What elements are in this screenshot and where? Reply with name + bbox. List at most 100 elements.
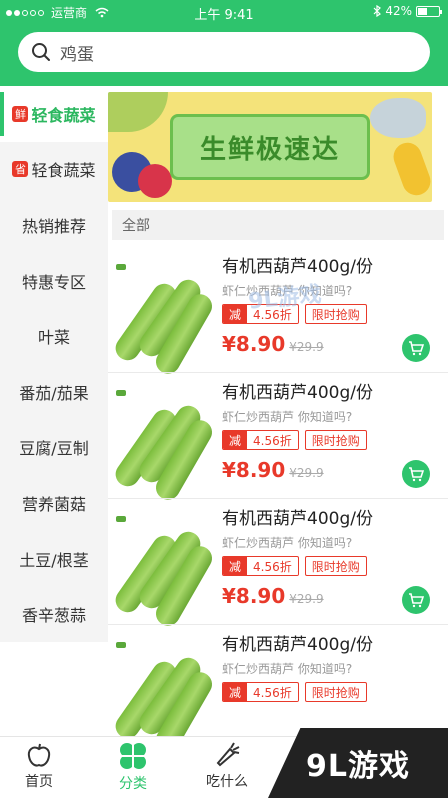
price-current: ¥8.90 bbox=[222, 458, 286, 482]
price-current: ¥8.90 bbox=[222, 584, 286, 608]
product-tags: 减 4.56折 限时抢购 bbox=[222, 556, 367, 576]
status-right: 42% bbox=[373, 4, 442, 18]
product-tags: 减 4.56折 限时抢购 bbox=[222, 430, 367, 450]
category-sidebar: 鲜轻食蔬菜省轻食蔬菜 热销推荐 特惠专区 叶菜 番茄/茄果 豆腐/豆制 营养菌菇 土豆/根茎香… bbox=[0, 86, 108, 642]
product-title: 有机西葫芦400g/份 bbox=[222, 509, 373, 529]
sidebar-item-tag: 鲜 bbox=[12, 105, 29, 122]
app-header: 运营商 上午 9:41 42% 鸡蛋 bbox=[0, 0, 448, 86]
product-divider bbox=[108, 372, 448, 373]
flash-sale-tag: 限时抢购 bbox=[304, 430, 367, 450]
discount-tag-label: 减 bbox=[223, 431, 247, 449]
product-price: ¥8.90 ¥29.9 bbox=[222, 332, 324, 356]
sidebar-item[interactable]: 土豆/根茎 bbox=[0, 531, 108, 587]
sidebar-item-tag: 省 bbox=[12, 161, 29, 178]
sidebar-item-label: 豆腐/豆制 bbox=[19, 439, 89, 459]
brand-logo-icon bbox=[116, 642, 126, 648]
status-bar: 运营商 上午 9:41 42% bbox=[0, 0, 448, 24]
nav-category-label: 分类 bbox=[119, 776, 147, 792]
sidebar-item[interactable]: 番茄/茄果 bbox=[0, 364, 108, 420]
sidebar-item[interactable]: 特惠专区 bbox=[0, 253, 108, 309]
product-title: 有机西葫芦400g/份 bbox=[222, 257, 373, 277]
product-subtitle: 虾仁炒西葫芦 你知道吗? bbox=[222, 662, 353, 676]
discount-value: 4.56折 bbox=[247, 431, 298, 449]
banner-card: 生鲜极速达 bbox=[170, 114, 370, 180]
nav-what-to-eat[interactable]: 吃什么 bbox=[192, 741, 262, 791]
product-card[interactable]: 有机西葫芦400g/份虾仁炒西葫芦 你知道吗? 减 4.56折 限时抢购 ¥8.90 ¥2… bbox=[108, 378, 448, 505]
add-to-cart-button[interactable] bbox=[402, 460, 430, 488]
carrot-icon bbox=[216, 742, 240, 767]
discount-value: 4.56折 bbox=[247, 305, 298, 323]
battery-icon bbox=[416, 5, 442, 17]
sidebar-item[interactable]: 省轻食蔬菜 bbox=[0, 142, 108, 198]
search-input[interactable]: 鸡蛋 bbox=[60, 40, 94, 65]
product-card[interactable]: 有机西葫芦400g/份虾仁炒西葫芦 你知道吗? 减 4.56折 限时抢购 ¥8.90 ¥2… bbox=[108, 252, 448, 379]
product-divider bbox=[108, 624, 448, 625]
sidebar-item[interactable]: 热销推荐 bbox=[0, 197, 108, 253]
nav-home[interactable]: 首页 bbox=[4, 741, 74, 791]
discount-tag: 减 4.56折 bbox=[222, 430, 299, 450]
sidebar-item[interactable]: 豆腐/豆制 bbox=[0, 420, 108, 476]
sidebar-item-label: 土豆/根茎 bbox=[19, 550, 89, 570]
sidebar-item-label: 轻食蔬菜 bbox=[31, 161, 96, 181]
product-image bbox=[110, 386, 217, 505]
discount-tag: 减 4.56折 bbox=[222, 556, 299, 576]
add-to-cart-button[interactable] bbox=[402, 586, 430, 614]
sidebar-item-label: 香辛葱蒜 bbox=[21, 606, 86, 626]
sidebar-item[interactable]: 鲜轻食蔬菜 bbox=[0, 86, 108, 142]
raspberry-decoration bbox=[138, 164, 172, 198]
flash-sale-tag: 限时抢购 bbox=[304, 304, 367, 324]
price-original: ¥29.9 bbox=[289, 340, 324, 354]
sidebar-item-label: 热销推荐 bbox=[21, 216, 86, 236]
search-icon bbox=[32, 43, 50, 61]
corn-decoration bbox=[389, 138, 432, 200]
nav-category[interactable]: 分类 bbox=[98, 741, 168, 793]
product-subtitle: 虾仁炒西葫芦 你知道吗? bbox=[222, 410, 353, 424]
product-price: ¥8.90 ¥29.9 bbox=[222, 584, 324, 608]
product-tags: 减 4.56折 限时抢购 bbox=[222, 304, 367, 324]
sidebar-item[interactable]: 营养菌菇 bbox=[0, 475, 108, 531]
discount-tag-label: 减 bbox=[223, 557, 247, 575]
nav-home-label: 首页 bbox=[25, 774, 53, 790]
cart-icon bbox=[409, 467, 424, 482]
price-original: ¥29.9 bbox=[289, 466, 324, 480]
product-subtitle: 虾仁炒西葫芦 你知道吗? bbox=[222, 284, 353, 298]
fish-decoration bbox=[370, 98, 426, 138]
product-divider bbox=[108, 498, 448, 499]
cart-icon bbox=[409, 341, 424, 356]
cart-icon bbox=[409, 593, 424, 608]
price-current: ¥8.90 bbox=[222, 332, 286, 356]
product-image bbox=[110, 512, 217, 631]
product-tags: 减 4.56折 限时抢购 bbox=[222, 682, 367, 702]
product-title: 有机西葫芦400g/份 bbox=[222, 635, 373, 655]
nav-what-to-eat-label: 吃什么 bbox=[206, 774, 248, 790]
discount-tag: 减 4.56折 bbox=[222, 304, 299, 324]
list-header[interactable]: 全部 bbox=[112, 210, 444, 240]
sidebar-item[interactable]: 叶菜 bbox=[0, 308, 108, 364]
sidebar-item-label: 轻食蔬菜 bbox=[31, 105, 96, 125]
sidebar-item-label: 番茄/茄果 bbox=[19, 383, 89, 403]
bluetooth-icon bbox=[373, 5, 382, 17]
clover-icon bbox=[120, 743, 146, 769]
search-bar[interactable]: 鸡蛋 bbox=[18, 32, 430, 72]
flash-sale-tag: 限时抢购 bbox=[304, 556, 367, 576]
product-price: ¥8.90 ¥29.9 bbox=[222, 458, 324, 482]
promo-banner[interactable]: 生鲜极速达 bbox=[108, 92, 432, 202]
brand-logo-icon bbox=[116, 264, 126, 270]
product-image bbox=[110, 260, 217, 379]
banner-title: 生鲜极速达 bbox=[199, 134, 340, 165]
brand-logo-icon bbox=[116, 390, 126, 396]
sidebar-item-label: 营养菌菇 bbox=[21, 494, 86, 514]
leaf-decoration bbox=[108, 92, 168, 132]
product-title: 有机西葫芦400g/份 bbox=[222, 383, 373, 403]
add-to-cart-button[interactable] bbox=[402, 334, 430, 362]
product-image bbox=[110, 638, 217, 757]
discount-tag: 减 4.56折 bbox=[222, 682, 299, 702]
discount-value: 4.56折 bbox=[247, 683, 298, 701]
discount-value: 4.56折 bbox=[247, 557, 298, 575]
product-card[interactable]: 有机西葫芦400g/份 虾仁炒西葫芦 你知道吗? 减 4.56折 限时抢购 ¥8.90 ¥2… bbox=[108, 504, 448, 631]
brand-logo-icon bbox=[116, 516, 126, 522]
sidebar-item-label: 特惠专区 bbox=[21, 272, 86, 292]
sidebar-item-label: 叶菜 bbox=[37, 328, 70, 348]
sidebar-item[interactable]: 香辛葱蒜 bbox=[0, 586, 108, 642]
discount-tag-label: 减 bbox=[223, 305, 247, 323]
